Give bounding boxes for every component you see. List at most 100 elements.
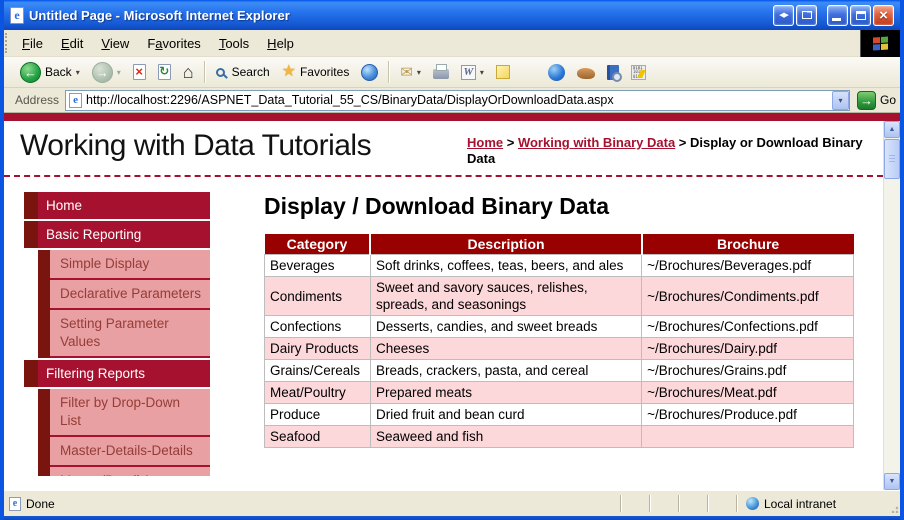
address-label: Address — [15, 93, 59, 107]
favorites-button[interactable]: ★ Favorites — [277, 59, 355, 85]
address-url[interactable]: http://localhost:2296/ASPNET_Data_Tutori… — [86, 93, 828, 107]
close-button[interactable]: × — [873, 5, 894, 26]
home-icon: ⌂ — [183, 63, 194, 81]
status-page-icon: e — [9, 497, 21, 511]
table-body: BeveragesSoft drinks, coffees, teas, bee… — [265, 255, 854, 448]
search-button[interactable]: Search — [211, 59, 275, 85]
refresh-button[interactable]: ↻ — [153, 59, 176, 85]
menubar-grip[interactable] — [5, 33, 12, 53]
back-label: Back — [45, 65, 72, 79]
menu-items: FileEditViewFavoritesToolsHelp — [13, 30, 303, 56]
menu-tools[interactable]: Tools — [210, 32, 258, 55]
sidebar-item-declarative-parameters[interactable]: Declarative Parameters — [38, 280, 210, 310]
breadcrumb-link-home[interactable]: Home — [467, 135, 503, 150]
back-icon: ← — [20, 62, 41, 83]
sidebar-accent-block — [38, 280, 50, 310]
history-button[interactable] — [356, 59, 383, 85]
scrollbar-thumb[interactable] — [884, 139, 900, 179]
go-button[interactable]: → Go — [857, 91, 896, 110]
column-header-brochure: Brochure — [642, 234, 854, 255]
ie-throbber — [860, 30, 900, 57]
addon-fox-button[interactable] — [572, 59, 600, 85]
table-row: ConfectionsDesserts, candies, and sweet … — [265, 316, 854, 338]
vm-popout-button[interactable]: → — [796, 5, 817, 26]
back-button[interactable]: ← Back ▾ — [15, 59, 85, 85]
sidebar-menu: HomeBasic ReportingSimple DisplayDeclara… — [24, 190, 210, 476]
menu-help[interactable]: Help — [258, 32, 303, 55]
category-cell: Dairy Products — [265, 338, 371, 360]
back-dropdown-icon[interactable]: ▾ — [76, 68, 80, 77]
scroll-down-button[interactable]: ▼ — [884, 473, 900, 490]
history-globe-icon — [361, 64, 378, 81]
sidebar-item-label: Home — [38, 192, 210, 219]
address-dropdown-button[interactable]: ▾ — [832, 91, 849, 110]
brochure-cell: ~/Brochures/Condiments.pdf — [642, 277, 854, 316]
status-text: Done — [26, 497, 55, 511]
status-panes — [593, 495, 738, 512]
binary-data-icon: 0101 1010 0101 — [631, 65, 646, 80]
address-input[interactable]: e http://localhost:2296/ASPNET_Data_Tuto… — [65, 90, 850, 111]
mail-dropdown-icon[interactable]: ▾ — [417, 68, 421, 77]
sidebar-accent-block — [24, 192, 38, 219]
mail-button[interactable]: ✉ ▾ — [395, 59, 426, 85]
table-row: CondimentsSweet and savory sauces, relis… — [265, 277, 854, 316]
sidebar-item-simple-display[interactable]: Simple Display — [38, 250, 210, 280]
category-cell: Seafood — [265, 426, 371, 448]
maximize-button[interactable] — [850, 5, 871, 26]
brochure-cell: ~/Brochures/Produce.pdf — [642, 404, 854, 426]
refresh-icon: ↻ — [158, 64, 171, 80]
brochure-cell: ~/Brochures/Confections.pdf — [642, 316, 854, 338]
address-page-icon: e — [69, 93, 82, 108]
sidebar-item-basic-reporting[interactable]: Basic Reporting — [24, 221, 210, 248]
title-bar[interactable]: e Untitled Page - Microsoft Internet Exp… — [4, 0, 900, 30]
stop-button[interactable]: × — [128, 59, 151, 85]
scroll-up-button[interactable]: ▲ — [884, 121, 900, 138]
menu-view[interactable]: View — [92, 32, 138, 55]
resize-grip[interactable] — [886, 491, 900, 516]
category-cell: Beverages — [265, 255, 371, 277]
windows-logo-icon — [873, 36, 889, 51]
table-row: ProduceDried fruit and bean curd~/Brochu… — [265, 404, 854, 426]
sidebar-item-master-detail-across-two-pages[interactable]: Master/Detail Across Two Pages — [38, 467, 210, 476]
menu-favorites[interactable]: Favorites — [138, 32, 209, 55]
research-button[interactable] — [602, 59, 624, 85]
popout-arrow-icon: → — [805, 7, 814, 16]
categories-table: CategoryDescriptionBrochure BeveragesSof… — [264, 234, 854, 448]
breadcrumb-link-working-with-binary-data[interactable]: Working with Binary Data — [518, 135, 675, 150]
category-cell: Confections — [265, 316, 371, 338]
edit-with-word-button[interactable]: W ▾ — [456, 59, 489, 85]
sidebar-accent-block — [38, 250, 50, 280]
table-row: Dairy ProductsCheeses~/Brochures/Dairy.p… — [265, 338, 854, 360]
word-dropdown-icon[interactable]: ▾ — [480, 68, 484, 77]
forward-button[interactable]: → ▾ — [87, 59, 126, 85]
sidebar-item-label: Filter by Drop-Down List — [50, 389, 210, 437]
description-cell: Soft drinks, coffees, teas, beers, and a… — [370, 255, 641, 277]
minimize-icon — [832, 18, 841, 21]
home-button[interactable]: ⌂ — [178, 59, 199, 85]
sidebar-accent-block — [38, 310, 50, 358]
menu-file[interactable]: File — [13, 32, 52, 55]
sidebar-item-setting-parameter-values[interactable]: Setting Parameter Values — [38, 310, 210, 358]
binary-tool-button[interactable]: 0101 1010 0101 — [626, 59, 651, 85]
sidebar-item-filtering-reports[interactable]: Filtering Reports — [24, 360, 210, 387]
vertical-scrollbar[interactable]: ▲ ▼ — [883, 121, 900, 490]
messenger-button[interactable] — [491, 59, 515, 85]
minimize-button[interactable] — [827, 5, 848, 26]
description-cell: Prepared meats — [370, 382, 641, 404]
brochure-cell: ~/Brochures/Grains.pdf — [642, 360, 854, 382]
menu-edit[interactable]: Edit — [52, 32, 92, 55]
print-button[interactable] — [428, 59, 454, 85]
scrollbar-track[interactable] — [884, 180, 900, 473]
favorites-star-icon: ★ — [282, 64, 296, 80]
brochure-cell: ~/Brochures/Beverages.pdf — [642, 255, 854, 277]
go-label: Go — [880, 93, 896, 107]
sidebar-item-master-details-details[interactable]: Master-Details-Details — [38, 437, 210, 467]
vm-switch-button[interactable]: ◀▶ — [773, 5, 794, 26]
brochure-cell — [642, 426, 854, 448]
sidebar-item-home[interactable]: Home — [24, 192, 210, 219]
msn-button[interactable] — [543, 59, 570, 85]
search-label: Search — [232, 65, 270, 79]
toolbar-separator — [204, 61, 206, 83]
sidebar-item-filter-by-drop-down-list[interactable]: Filter by Drop-Down List — [38, 389, 210, 437]
description-cell: Cheeses — [370, 338, 641, 360]
